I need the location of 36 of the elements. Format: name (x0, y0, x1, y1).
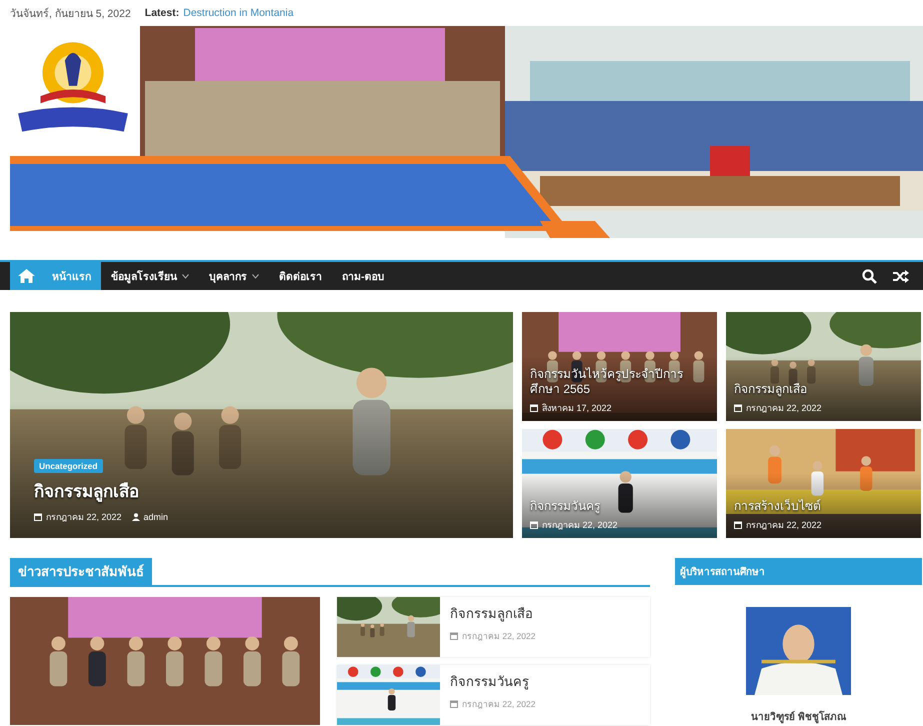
nav-item[interactable]: บุคลากร (199, 262, 269, 290)
post-date: กรกฎาคม 22, 2022 (530, 518, 711, 532)
nav-item[interactable]: ถาม-ตอบ (332, 262, 394, 290)
nav-item[interactable]: ข้อมูลโรงเรียน (101, 262, 199, 290)
shuffle-icon[interactable] (893, 270, 909, 282)
person-name: นายวิฑูรย์ พิชชูโสภณ (751, 710, 846, 724)
calendar-icon (530, 404, 538, 412)
caret-icon (182, 274, 189, 278)
sidebar-heading: ผู้บริหารสถานศึกษา (675, 558, 922, 585)
calendar-icon (734, 521, 742, 529)
post-date: กรกฎาคม 22, 2022 (734, 518, 915, 532)
section-heading: ข่าวสารประชาสัมพันธ์ (10, 558, 152, 585)
latest-label: Latest: (144, 7, 180, 19)
calendar-icon (34, 513, 42, 521)
post-title[interactable]: กิจกรรมลูกเสือ (34, 477, 507, 504)
post-title[interactable]: กิจกรรมลูกเสือ (450, 603, 536, 624)
post-date: กรกฎาคม 22, 2022 (450, 629, 536, 643)
home-icon (18, 269, 34, 283)
search-icon[interactable] (862, 268, 877, 284)
calendar-icon (450, 700, 458, 708)
user-icon (132, 513, 140, 521)
post-date: สิงหาคม 17, 2022 (530, 401, 711, 415)
date-text: วันจันทร์, กันยายน 5, 2022 (10, 6, 131, 22)
post-author[interactable]: admin (132, 510, 168, 524)
post-title[interactable]: กิจกรรมวันไหว้ครูประจำปีการศึกษา 2565 (530, 367, 711, 397)
post-title[interactable]: กิจกรรมลูกเสือ (734, 382, 915, 397)
calendar-icon (734, 404, 742, 412)
home-button[interactable] (10, 262, 42, 290)
post-title[interactable]: กิจกรรมวันครู (450, 671, 536, 692)
post-date: กรกฎาคม 22, 2022 (34, 510, 122, 524)
calendar-icon (530, 521, 538, 529)
post-date: กรกฎาคม 22, 2022 (734, 401, 915, 415)
post-date: กรกฎาคม 22, 2022 (450, 697, 536, 711)
nav-item[interactable]: ติดต่อเรา (269, 262, 332, 290)
caret-icon (252, 274, 259, 278)
calendar-icon (450, 632, 458, 640)
